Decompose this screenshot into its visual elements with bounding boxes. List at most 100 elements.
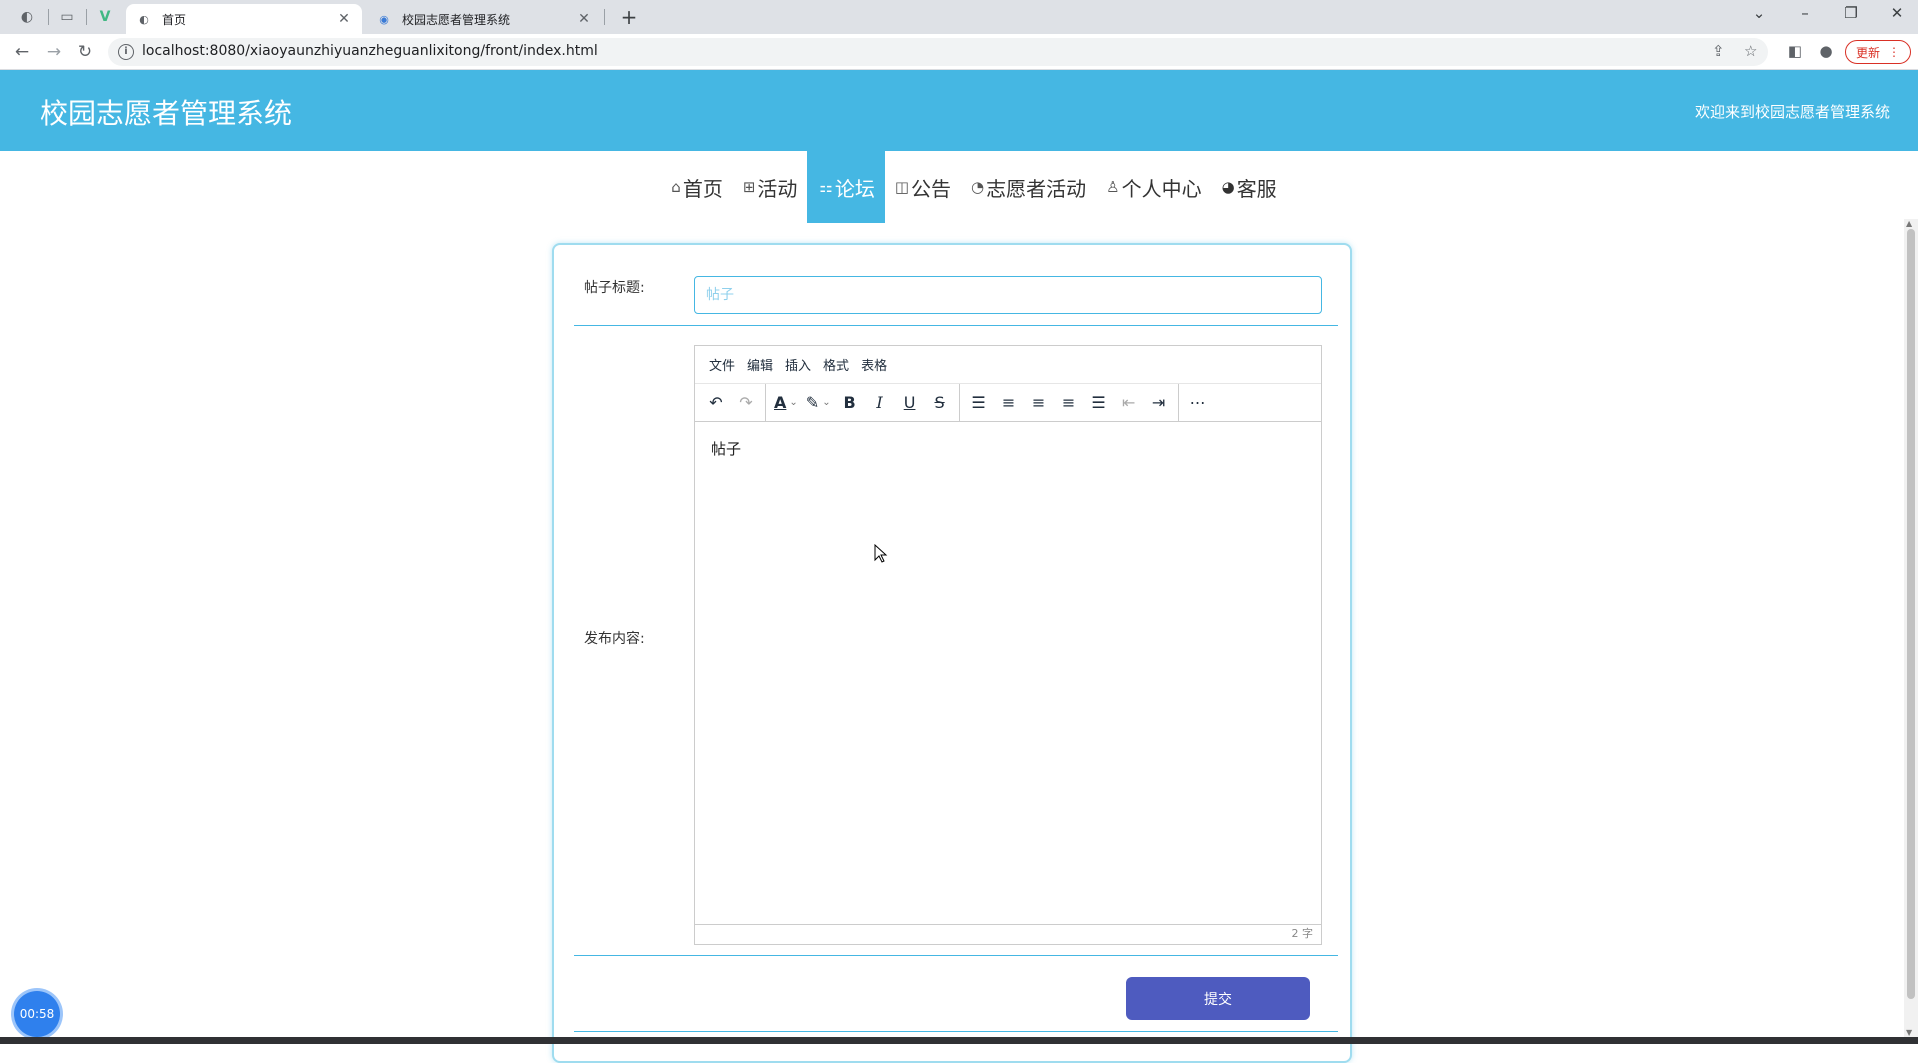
menu-edit[interactable]: 编辑 <box>741 355 779 374</box>
divider <box>574 1031 1338 1032</box>
share-icon[interactable]: ⇪ <box>1712 42 1725 60</box>
align-center-icon[interactable]: ≡ <box>1024 389 1054 417</box>
site-info-icon[interactable]: i <box>118 44 134 60</box>
post-title-label: 帖子标题: <box>584 280 645 296</box>
taskbar-edge <box>0 1037 1918 1044</box>
strikethrough-icon[interactable]: S <box>925 389 955 417</box>
submit-button[interactable]: 提交 <box>1126 977 1310 1020</box>
main-nav: ⌂ 首页 ⊞ 活动 ⚏ 论坛 ◫ 公告 ◔ 志愿者活动 ♙ 个人中心 ◕ 客服 <box>0 151 1918 223</box>
address-bar[interactable]: i localhost:8080/xiaoyaunzhiyuanzheguanl… <box>108 38 1768 66</box>
bold-icon[interactable]: B <box>835 389 865 417</box>
back-arrow-icon[interactable]: ← <box>10 40 34 64</box>
minimize-icon[interactable]: – <box>1790 4 1820 22</box>
align-justify-icon[interactable]: ☰ <box>1084 389 1114 417</box>
page-scrollbar[interactable]: ▲ ▼ <box>1904 219 1918 1037</box>
text-color-icon[interactable]: A ⌄ <box>770 389 802 417</box>
tab-search-chevron-icon[interactable]: ⌄ <box>1744 4 1774 22</box>
editor-content-area[interactable]: 帖子 <box>695 422 1321 926</box>
pinned-tab-vue-icon[interactable]: V <box>92 5 118 29</box>
line-height-icon[interactable]: ☰ <box>964 389 994 417</box>
reload-icon[interactable]: ↻ <box>73 40 97 64</box>
menu-format[interactable]: 格式 <box>817 355 855 374</box>
editor-toolbar: ↶ ↷ A ⌄ ✎ ⌄ B I U S ☰ ≡ ≡ ≡ ☰ ⇤ ⇥ ⋯ <box>695 383 1321 422</box>
update-button[interactable]: 更新 ⋮ <box>1845 40 1911 64</box>
site-title: 校园志愿者管理系统 <box>40 97 293 130</box>
editor-paragraph: 帖子 <box>711 440 742 458</box>
post-content-label: 发布内容: <box>584 631 645 647</box>
align-right-icon[interactable]: ≡ <box>1054 389 1084 417</box>
redo-icon[interactable]: ↷ <box>731 389 761 417</box>
more-vert-icon: ⋮ <box>1888 45 1900 59</box>
welcome-text: 欢迎来到校园志愿者管理系统 <box>1694 103 1890 121</box>
nav-label: 首页 <box>682 176 723 201</box>
grid-icon: ⊞ <box>742 178 756 196</box>
editor-menubar: 文件 编辑 插入 格式 表格 <box>695 346 1321 384</box>
restore-icon[interactable]: ❐ <box>1836 4 1866 22</box>
menu-table[interactable]: 表格 <box>855 355 893 374</box>
tab-home[interactable]: ◐ 首页 ✕ <box>126 4 362 34</box>
align-left-icon[interactable]: ≡ <box>994 389 1024 417</box>
globe-icon: ◐ <box>139 12 149 26</box>
notice-icon: ◫ <box>894 178 910 196</box>
close-icon[interactable]: ✕ <box>336 11 352 27</box>
post-form-card: 帖子标题: 发布内容: 文件 编辑 插入 格式 表格 ↶ ↷ A⌄ ✎⌄ B I… <box>552 243 1352 1063</box>
nav-label: 志愿者活动 <box>986 176 1087 201</box>
nav-label: 论坛 <box>834 176 875 201</box>
pinned-tab-blank-icon[interactable]: ▭ <box>54 5 80 29</box>
forum-icon: ⚏ <box>819 178 833 196</box>
scroll-up-icon[interactable]: ▲ <box>1906 219 1912 228</box>
update-label: 更新 <box>1855 45 1880 60</box>
more-horizontal-icon[interactable]: ⋯ <box>1183 389 1213 417</box>
chevron-down-icon: ⌄ <box>789 397 798 408</box>
tab-title: 校园志愿者管理系统 <box>402 12 511 27</box>
nav-item-service[interactable]: ◕ 客服 <box>1212 151 1287 223</box>
service-icon: ◕ <box>1221 178 1235 196</box>
tab-separator <box>604 9 605 25</box>
rich-text-editor: 文件 编辑 插入 格式 表格 ↶ ↷ A ⌄ ✎ ⌄ B I U S ☰ ≡ ≡ ≡… <box>694 345 1322 945</box>
toolbar-separator <box>958 383 960 422</box>
home-icon: ⌂ <box>671 178 681 196</box>
side-panel-icon[interactable]: ◧ <box>1784 42 1806 60</box>
divider <box>574 955 1338 956</box>
user-icon: ♙ <box>1106 178 1120 196</box>
undo-icon[interactable]: ↶ <box>701 389 731 417</box>
indent-icon[interactable]: ⇥ <box>1144 389 1174 417</box>
new-tab-plus-icon[interactable]: + <box>616 5 642 29</box>
nav-label: 公告 <box>911 176 952 201</box>
profile-avatar-icon[interactable]: ● <box>1815 42 1837 60</box>
tab-separator <box>48 9 49 25</box>
forward-arrow-icon[interactable]: → <box>42 40 66 64</box>
nav-item-forum[interactable]: ⚏ 论坛 <box>807 151 885 223</box>
toolbar-separator <box>1177 383 1179 422</box>
underline-icon[interactable]: U <box>895 389 925 417</box>
window-close-icon[interactable]: ✕ <box>1882 4 1912 22</box>
url-text[interactable]: localhost:8080/xiaoyaunzhiyuanzheguanlix… <box>142 43 598 59</box>
nav-item-volunteer-activity[interactable]: ◔ 志愿者活动 <box>961 151 1096 223</box>
nav-label: 个人中心 <box>1121 176 1202 201</box>
divider <box>574 325 1338 326</box>
site-favicon-icon: ◉ <box>379 12 389 26</box>
nav-item-activity[interactable]: ⊞ 活动 <box>733 151 808 223</box>
scroll-down-icon[interactable]: ▼ <box>1906 1028 1912 1037</box>
highlight-color-icon[interactable]: ✎ ⌄ <box>802 389 835 417</box>
site-header: 校园志愿者管理系统 欢迎来到校园志愿者管理系统 <box>0 70 1918 151</box>
close-icon[interactable]: ✕ <box>576 11 592 27</box>
tab-separator <box>86 9 87 25</box>
pinned-tab-globe-icon[interactable]: ◐ <box>14 5 40 29</box>
tab-title: 首页 <box>162 12 187 27</box>
italic-icon[interactable]: I <box>865 389 895 417</box>
bookmark-star-icon[interactable]: ☆ <box>1744 42 1757 60</box>
tab-system[interactable]: ◉ 校园志愿者管理系统 ✕ <box>366 4 602 34</box>
nav-label: 活动 <box>757 176 798 201</box>
toolbar-separator <box>765 383 766 422</box>
nav-item-personal-center[interactable]: ♙ 个人中心 <box>1096 151 1211 223</box>
nav-item-home[interactable]: ⌂ 首页 <box>661 151 733 223</box>
outdent-icon[interactable]: ⇤ <box>1114 389 1144 417</box>
menu-file[interactable]: 文件 <box>703 355 741 374</box>
editor-word-count: 2 字 <box>695 924 1321 944</box>
recording-timer: 00:58 <box>14 991 60 1037</box>
menu-insert[interactable]: 插入 <box>779 355 817 374</box>
nav-item-notice[interactable]: ◫ 公告 <box>885 151 961 223</box>
post-title-input[interactable] <box>694 276 1322 314</box>
scrollbar-thumb[interactable] <box>1907 229 1915 999</box>
